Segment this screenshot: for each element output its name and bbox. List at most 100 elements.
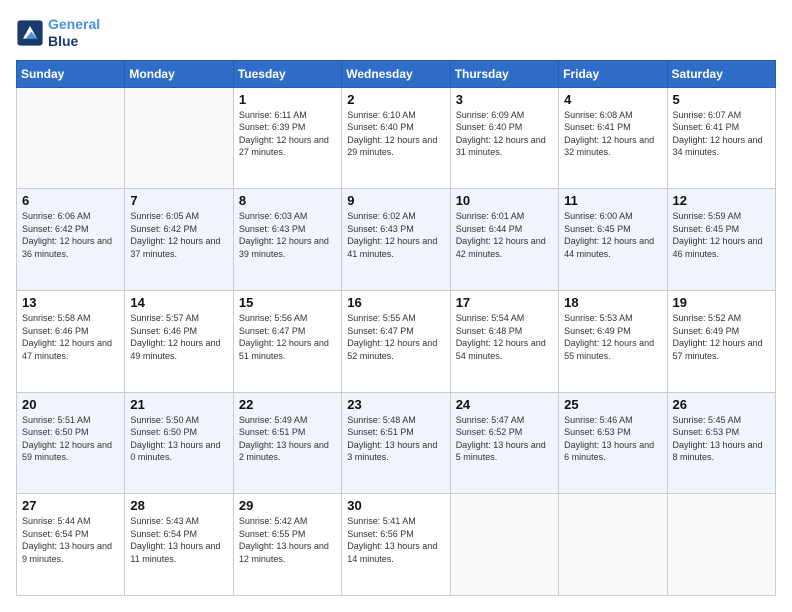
calendar-cell-1-3: 1 Sunrise: 6:11 AM Sunset: 6:39 PM Daylig… — [233, 87, 341, 189]
day-number: 22 — [239, 397, 336, 412]
calendar-weekday-sunday: Sunday — [17, 60, 125, 87]
day-number: 11 — [564, 193, 661, 208]
day-number: 29 — [239, 498, 336, 513]
calendar-cell-4-5: 24 Sunrise: 5:47 AM Sunset: 6:52 PM Dayli… — [450, 392, 558, 494]
calendar-cell-4-1: 20Sunrise: 5:51 AM Sunset: 6:50 PM Dayli… — [17, 392, 125, 494]
calendar-weekday-tuesday: Tuesday — [233, 60, 341, 87]
calendar-cell-5-2: 28 Sunrise: 5:43 AM Sunset: 6:54 PM Dayli… — [125, 494, 233, 596]
calendar-cell-4-4: 23Sunrise: 5:48 AM Sunset: 6:51 PM Dayli… — [342, 392, 450, 494]
calendar-weekday-saturday: Saturday — [667, 60, 775, 87]
calendar-weekday-friday: Friday — [559, 60, 667, 87]
day-number: 18 — [564, 295, 661, 310]
calendar-cell-3-7: 19Sunrise: 5:52 AM Sunset: 6:49 PM Dayli… — [667, 290, 775, 392]
day-info: Sunrise: 5:49 AM Sunset: 6:51 PM Dayligh… — [239, 414, 336, 464]
logo-icon — [16, 19, 44, 47]
day-info: Sunrise: 5:50 AM Sunset: 6:50 PM Dayligh… — [130, 414, 227, 464]
day-info: Sunrise: 5:43 AM Sunset: 6:54 PM Dayligh… — [130, 515, 227, 565]
calendar-cell-4-3: 22 Sunrise: 5:49 AM Sunset: 6:51 PM Dayli… — [233, 392, 341, 494]
day-number: 16 — [347, 295, 444, 310]
calendar-week-3: 13Sunrise: 5:58 AM Sunset: 6:46 PM Dayli… — [17, 290, 776, 392]
day-number: 7 — [130, 193, 227, 208]
calendar-week-2: 6 Sunrise: 6:06 AM Sunset: 6:42 PM Daylig… — [17, 189, 776, 291]
calendar-cell-5-5 — [450, 494, 558, 596]
logo-text: General Blue — [48, 16, 100, 50]
calendar-cell-2-5: 10Sunrise: 6:01 AM Sunset: 6:44 PM Dayli… — [450, 189, 558, 291]
calendar-cell-1-4: 2Sunrise: 6:10 AM Sunset: 6:40 PM Daylig… — [342, 87, 450, 189]
page: General Blue SundayMondayTuesdayWednesda… — [0, 0, 792, 612]
calendar-week-5: 27Sunrise: 5:44 AM Sunset: 6:54 PM Dayli… — [17, 494, 776, 596]
day-info: Sunrise: 5:42 AM Sunset: 6:55 PM Dayligh… — [239, 515, 336, 565]
calendar-cell-5-4: 30 Sunrise: 5:41 AM Sunset: 6:56 PM Dayli… — [342, 494, 450, 596]
calendar-weekday-monday: Monday — [125, 60, 233, 87]
calendar-cell-4-6: 25 Sunrise: 5:46 AM Sunset: 6:53 PM Dayli… — [559, 392, 667, 494]
day-number: 4 — [564, 92, 661, 107]
day-number: 5 — [673, 92, 770, 107]
calendar-header-row: SundayMondayTuesdayWednesdayThursdayFrid… — [17, 60, 776, 87]
calendar-cell-2-3: 8 Sunrise: 6:03 AM Sunset: 6:43 PM Daylig… — [233, 189, 341, 291]
day-number: 8 — [239, 193, 336, 208]
day-info: Sunrise: 6:11 AM Sunset: 6:39 PM Dayligh… — [239, 109, 336, 159]
day-info: Sunrise: 5:58 AM Sunset: 6:46 PM Dayligh… — [22, 312, 119, 362]
calendar-week-1: 1 Sunrise: 6:11 AM Sunset: 6:39 PM Daylig… — [17, 87, 776, 189]
day-info: Sunrise: 5:46 AM Sunset: 6:53 PM Dayligh… — [564, 414, 661, 464]
day-number: 3 — [456, 92, 553, 107]
day-number: 30 — [347, 498, 444, 513]
calendar-cell-1-7: 5Sunrise: 6:07 AM Sunset: 6:41 PM Daylig… — [667, 87, 775, 189]
calendar-cell-2-4: 9 Sunrise: 6:02 AM Sunset: 6:43 PM Daylig… — [342, 189, 450, 291]
calendar-cell-2-7: 12 Sunrise: 5:59 AM Sunset: 6:45 PM Dayli… — [667, 189, 775, 291]
header: General Blue — [16, 16, 776, 50]
day-number: 15 — [239, 295, 336, 310]
day-number: 26 — [673, 397, 770, 412]
day-number: 12 — [673, 193, 770, 208]
day-info: Sunrise: 6:09 AM Sunset: 6:40 PM Dayligh… — [456, 109, 553, 159]
day-info: Sunrise: 6:08 AM Sunset: 6:41 PM Dayligh… — [564, 109, 661, 159]
calendar-cell-3-1: 13Sunrise: 5:58 AM Sunset: 6:46 PM Dayli… — [17, 290, 125, 392]
calendar-cell-3-4: 16Sunrise: 5:55 AM Sunset: 6:47 PM Dayli… — [342, 290, 450, 392]
calendar-cell-5-6 — [559, 494, 667, 596]
day-info: Sunrise: 6:03 AM Sunset: 6:43 PM Dayligh… — [239, 210, 336, 260]
calendar-cell-1-1 — [17, 87, 125, 189]
day-number: 6 — [22, 193, 119, 208]
day-info: Sunrise: 5:47 AM Sunset: 6:52 PM Dayligh… — [456, 414, 553, 464]
calendar-cell-5-7 — [667, 494, 775, 596]
day-number: 23 — [347, 397, 444, 412]
day-number: 27 — [22, 498, 119, 513]
day-info: Sunrise: 6:06 AM Sunset: 6:42 PM Dayligh… — [22, 210, 119, 260]
day-info: Sunrise: 5:45 AM Sunset: 6:53 PM Dayligh… — [673, 414, 770, 464]
day-info: Sunrise: 6:10 AM Sunset: 6:40 PM Dayligh… — [347, 109, 444, 159]
day-number: 10 — [456, 193, 553, 208]
calendar-cell-1-6: 4 Sunrise: 6:08 AM Sunset: 6:41 PM Daylig… — [559, 87, 667, 189]
calendar-weekday-thursday: Thursday — [450, 60, 558, 87]
day-info: Sunrise: 5:52 AM Sunset: 6:49 PM Dayligh… — [673, 312, 770, 362]
day-number: 21 — [130, 397, 227, 412]
calendar-cell-5-1: 27Sunrise: 5:44 AM Sunset: 6:54 PM Dayli… — [17, 494, 125, 596]
day-info: Sunrise: 5:59 AM Sunset: 6:45 PM Dayligh… — [673, 210, 770, 260]
day-info: Sunrise: 5:54 AM Sunset: 6:48 PM Dayligh… — [456, 312, 553, 362]
calendar-cell-3-6: 18 Sunrise: 5:53 AM Sunset: 6:49 PM Dayli… — [559, 290, 667, 392]
calendar-week-4: 20Sunrise: 5:51 AM Sunset: 6:50 PM Dayli… — [17, 392, 776, 494]
day-number: 25 — [564, 397, 661, 412]
day-info: Sunrise: 5:53 AM Sunset: 6:49 PM Dayligh… — [564, 312, 661, 362]
calendar-cell-4-7: 26 Sunrise: 5:45 AM Sunset: 6:53 PM Dayli… — [667, 392, 775, 494]
day-info: Sunrise: 5:56 AM Sunset: 6:47 PM Dayligh… — [239, 312, 336, 362]
day-info: Sunrise: 5:57 AM Sunset: 6:46 PM Dayligh… — [130, 312, 227, 362]
day-number: 14 — [130, 295, 227, 310]
calendar-cell-2-6: 11 Sunrise: 6:00 AM Sunset: 6:45 PM Dayli… — [559, 189, 667, 291]
day-info: Sunrise: 6:00 AM Sunset: 6:45 PM Dayligh… — [564, 210, 661, 260]
calendar-cell-2-1: 6 Sunrise: 6:06 AM Sunset: 6:42 PM Daylig… — [17, 189, 125, 291]
day-number: 24 — [456, 397, 553, 412]
calendar-weekday-wednesday: Wednesday — [342, 60, 450, 87]
day-number: 28 — [130, 498, 227, 513]
day-info: Sunrise: 6:05 AM Sunset: 6:42 PM Dayligh… — [130, 210, 227, 260]
day-info: Sunrise: 6:02 AM Sunset: 6:43 PM Dayligh… — [347, 210, 444, 260]
day-number: 17 — [456, 295, 553, 310]
day-number: 1 — [239, 92, 336, 107]
calendar-cell-2-2: 7 Sunrise: 6:05 AM Sunset: 6:42 PM Daylig… — [125, 189, 233, 291]
day-number: 9 — [347, 193, 444, 208]
day-number: 20 — [22, 397, 119, 412]
calendar-cell-4-2: 21 Sunrise: 5:50 AM Sunset: 6:50 PM Dayli… — [125, 392, 233, 494]
calendar-cell-3-5: 17 Sunrise: 5:54 AM Sunset: 6:48 PM Dayli… — [450, 290, 558, 392]
calendar-cell-3-2: 14 Sunrise: 5:57 AM Sunset: 6:46 PM Dayli… — [125, 290, 233, 392]
calendar-cell-1-5: 3 Sunrise: 6:09 AM Sunset: 6:40 PM Daylig… — [450, 87, 558, 189]
day-info: Sunrise: 5:41 AM Sunset: 6:56 PM Dayligh… — [347, 515, 444, 565]
